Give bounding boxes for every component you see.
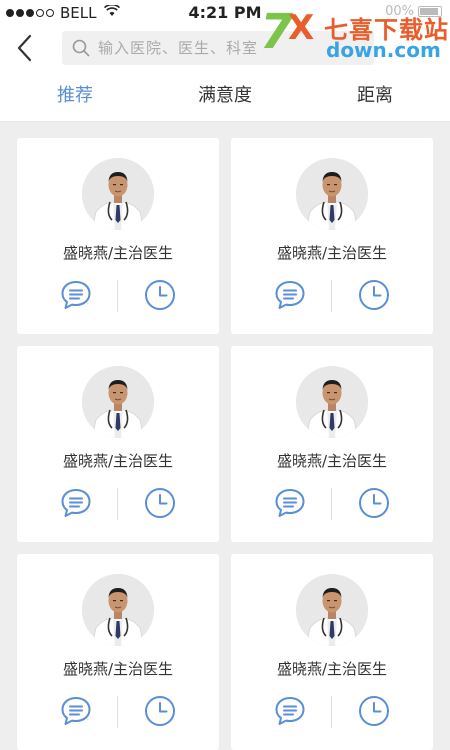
doctor-grid: 盛晓燕/主治医生 盛晓燕/主治医生 盛晓燕/主治医生 盛晓燕/主治医生 盛晓燕/… — [17, 138, 433, 750]
doctor-actions — [231, 486, 433, 520]
action-divider — [117, 488, 118, 520]
watermark-domain: down.com — [326, 38, 441, 62]
appointment-button[interactable] — [357, 486, 391, 520]
sort-tabs: 推荐 满意度 距离 — [0, 70, 450, 122]
doctor-name: 盛晓燕/主治医生 — [62, 244, 174, 262]
tab-satisfaction[interactable]: 满意度 — [150, 70, 300, 121]
clock-icon — [145, 280, 175, 310]
appointment-button[interactable] — [357, 278, 391, 312]
clock-icon — [359, 280, 389, 310]
chat-bubble-icon — [61, 697, 91, 725]
tab-distance[interactable]: 距离 — [300, 70, 450, 121]
chevron-left-icon — [17, 34, 32, 62]
doctor-avatar — [296, 574, 368, 646]
clock-icon — [359, 696, 389, 726]
doctor-name: 盛晓燕/主治医生 — [62, 452, 174, 470]
doctor-card[interactable]: 盛晓燕/主治医生 — [231, 346, 433, 542]
doctor-card[interactable]: 盛晓燕/主治医生 — [17, 554, 219, 750]
action-divider — [117, 280, 118, 312]
doctor-actions — [231, 694, 433, 728]
chat-bubble-icon — [275, 697, 305, 725]
action-divider — [331, 280, 332, 312]
consult-button[interactable] — [59, 278, 93, 312]
doctor-actions — [231, 278, 433, 312]
consult-button[interactable] — [273, 278, 307, 312]
search-icon — [72, 39, 90, 57]
doctor-actions — [17, 278, 219, 312]
back-button[interactable] — [10, 32, 42, 64]
doctor-actions — [17, 694, 219, 728]
doctor-avatar — [82, 574, 154, 646]
watermark-logo: 7 X 七喜下载站 down.com — [260, 4, 450, 62]
doctor-avatar — [296, 366, 368, 438]
clock-icon — [145, 488, 175, 518]
doctor-avatar — [82, 158, 154, 230]
appointment-button[interactable] — [143, 486, 177, 520]
action-divider — [331, 488, 332, 520]
doctor-avatar — [82, 366, 154, 438]
doctor-card[interactable]: 盛晓燕/主治医生 — [231, 554, 433, 750]
consult-button[interactable] — [59, 694, 93, 728]
consult-button[interactable] — [273, 694, 307, 728]
consult-button[interactable] — [273, 486, 307, 520]
appointment-button[interactable] — [143, 694, 177, 728]
watermark-x: X — [288, 8, 315, 48]
doctor-name: 盛晓燕/主治医生 — [276, 660, 388, 678]
action-divider — [331, 696, 332, 728]
appointment-button[interactable] — [143, 278, 177, 312]
chat-bubble-icon — [275, 281, 305, 309]
chat-bubble-icon — [275, 489, 305, 517]
clock-icon — [359, 488, 389, 518]
action-divider — [117, 696, 118, 728]
doctor-actions — [17, 486, 219, 520]
clock-icon — [145, 696, 175, 726]
doctor-avatar — [296, 158, 368, 230]
doctor-card[interactable]: 盛晓燕/主治医生 — [17, 346, 219, 542]
chat-bubble-icon — [61, 489, 91, 517]
doctor-card[interactable]: 盛晓燕/主治医生 — [17, 138, 219, 334]
tab-recommend[interactable]: 推荐 — [0, 70, 150, 121]
doctor-name: 盛晓燕/主治医生 — [276, 452, 388, 470]
appointment-button[interactable] — [357, 694, 391, 728]
consult-button[interactable] — [59, 486, 93, 520]
doctor-name: 盛晓燕/主治医生 — [62, 660, 174, 678]
doctor-card[interactable]: 盛晓燕/主治医生 — [231, 138, 433, 334]
chat-bubble-icon — [61, 281, 91, 309]
doctor-name: 盛晓燕/主治医生 — [276, 244, 388, 262]
